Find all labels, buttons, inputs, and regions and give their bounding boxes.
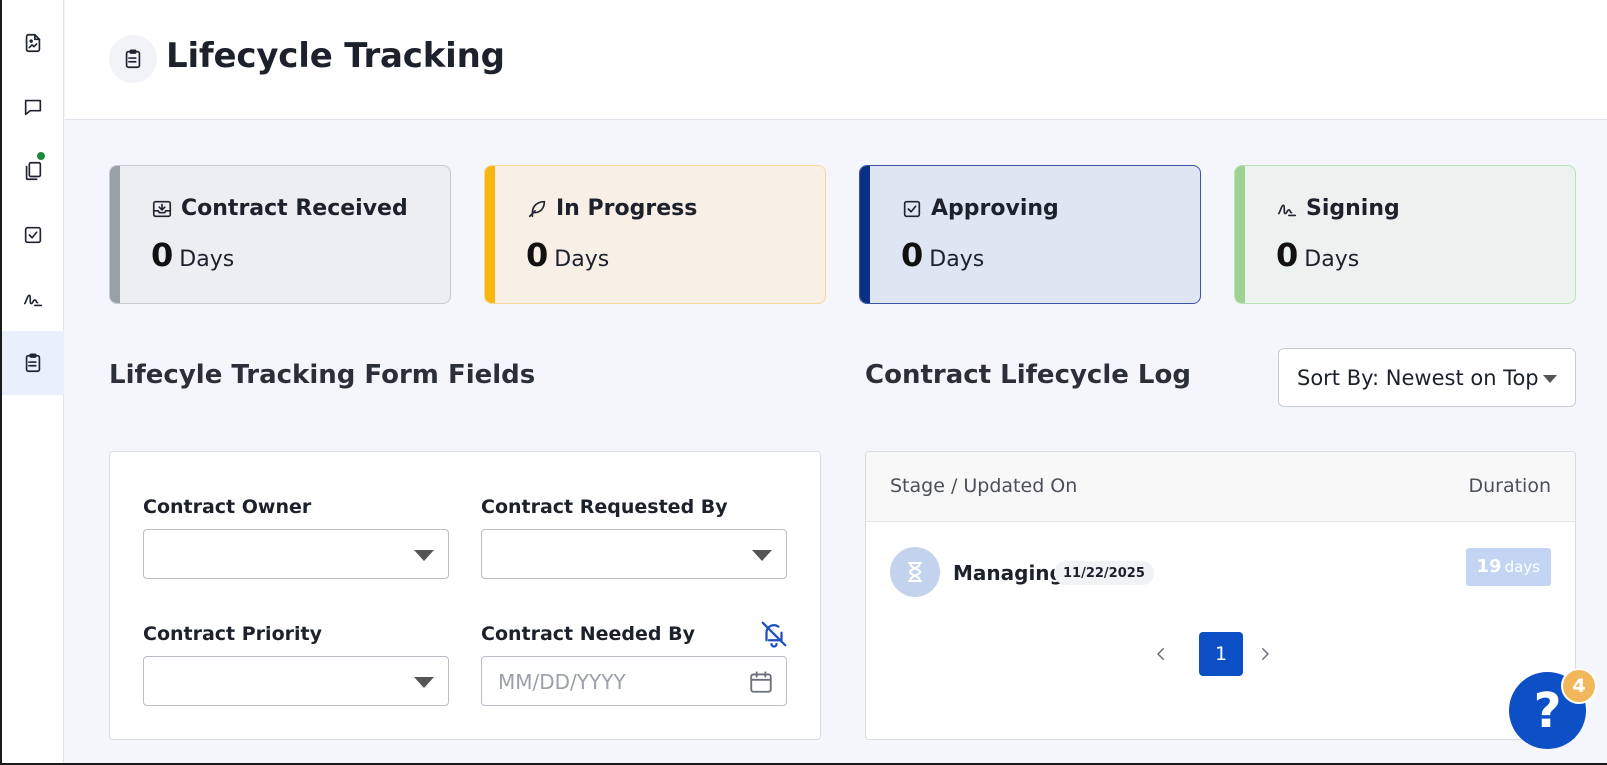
stage-color-bar xyxy=(110,166,120,303)
stage-days-unit: Days xyxy=(554,247,610,272)
sort-select[interactable]: Sort By: Newest on Top xyxy=(1278,348,1576,407)
caret-down-icon xyxy=(414,677,434,688)
log-section-title: Contract Lifecycle Log xyxy=(865,360,1191,390)
signature-icon xyxy=(23,294,43,307)
sidebar-item-documents[interactable] xyxy=(2,11,64,75)
stage-days-unit: Days xyxy=(179,247,235,272)
stage-color-bar xyxy=(485,166,495,303)
stage-date-badge: 11/22/2025 xyxy=(1054,561,1154,585)
stage-title: Approving xyxy=(931,196,1059,221)
column-header-stage: Stage / Updated On xyxy=(890,475,1078,497)
pagination: 1 xyxy=(866,632,1575,676)
stage-card-in-progress: In Progress 0 Days xyxy=(484,165,826,304)
clipboard-list-icon xyxy=(25,353,41,373)
stage-card-signing: Signing 0 Days xyxy=(1234,165,1576,304)
sidebar-item-lifecycle[interactable] xyxy=(2,331,64,395)
sort-select-label: Sort By: Newest on Top xyxy=(1297,365,1539,390)
duration-badge: 19 days xyxy=(1465,548,1551,586)
page-header: Lifecycle Tracking xyxy=(65,0,1607,120)
notification-dot xyxy=(36,151,46,161)
chat-bubble-icon xyxy=(24,99,42,116)
stage-title: In Progress xyxy=(556,196,698,221)
bell-off-icon[interactable] xyxy=(759,619,789,649)
column-header-duration: Duration xyxy=(1468,475,1551,497)
sidebar-item-copies[interactable] xyxy=(2,139,64,203)
contract-owner-select[interactable] xyxy=(143,529,449,579)
checkbox-icon xyxy=(903,200,921,217)
form-panel: Contract Owner Contract Requested By Con… xyxy=(109,451,821,740)
contract-priority-label: Contract Priority xyxy=(143,623,322,645)
help-notification-badge: 4 xyxy=(1561,668,1597,704)
stage-days-value: 0 xyxy=(901,236,924,274)
contract-needed-by-label: Contract Needed By xyxy=(481,623,696,645)
contract-requested-by-label: Contract Requested By xyxy=(481,496,728,518)
clipboard-list-icon xyxy=(125,49,141,69)
hourglass-icon xyxy=(908,562,922,582)
caret-down-icon xyxy=(752,550,772,561)
feather-icon xyxy=(528,200,546,217)
stage-card-approving: Approving 0 Days xyxy=(859,165,1201,304)
stage-days-unit: Days xyxy=(1304,247,1360,272)
duration-unit: days xyxy=(1504,558,1540,576)
stage-title: Signing xyxy=(1306,196,1400,221)
caret-down-icon xyxy=(414,550,434,561)
signature-icon xyxy=(1277,204,1297,216)
stage-card-contract-received: Contract Received 0 Days xyxy=(109,165,451,304)
copy-documents-icon xyxy=(25,161,42,181)
document-image-icon xyxy=(25,33,41,53)
stage-title: Contract Received xyxy=(181,196,408,221)
stage-avatar xyxy=(890,547,940,597)
inbox-download-icon xyxy=(152,200,172,217)
page-title: Lifecycle Tracking xyxy=(166,36,505,76)
stage-name: Managing xyxy=(953,561,1064,585)
next-page-button[interactable] xyxy=(1253,642,1277,666)
sidebar-item-approvals[interactable] xyxy=(2,203,64,267)
page-button-current[interactable]: 1 xyxy=(1199,632,1243,676)
log-table-header: Stage / Updated On Duration xyxy=(866,452,1575,522)
sidebar xyxy=(0,0,64,765)
stage-color-bar xyxy=(1235,166,1245,303)
form-section-title: Lifecyle Tracking Form Fields xyxy=(109,360,536,390)
stage-color-bar xyxy=(860,166,870,303)
calendar-icon[interactable] xyxy=(748,669,774,695)
previous-page-button[interactable] xyxy=(1149,642,1173,666)
chevron-right-icon xyxy=(1262,648,1269,660)
contract-needed-by-input[interactable] xyxy=(498,668,738,696)
table-row: Managing 11/22/2025 19 days xyxy=(866,523,1575,623)
chevron-left-icon xyxy=(1157,648,1164,660)
stage-days-value: 0 xyxy=(526,236,549,274)
checkbox-icon xyxy=(24,226,42,244)
sidebar-item-signatures[interactable] xyxy=(2,267,64,331)
lifecycle-log-panel: Stage / Updated On Duration Managing 11/… xyxy=(865,451,1576,740)
stage-days-value: 0 xyxy=(1276,236,1299,274)
header-icon-circle xyxy=(109,35,157,83)
contract-requested-by-select[interactable] xyxy=(481,529,787,579)
contract-priority-select[interactable] xyxy=(143,656,449,706)
stage-days-value: 0 xyxy=(151,236,174,274)
stage-days-unit: Days xyxy=(929,247,985,272)
sidebar-item-comments[interactable] xyxy=(2,75,64,139)
duration-value: 19 xyxy=(1476,556,1502,577)
contract-needed-by-date-field[interactable] xyxy=(481,656,787,706)
chevron-down-icon xyxy=(1543,375,1557,383)
contract-owner-label: Contract Owner xyxy=(143,496,312,518)
